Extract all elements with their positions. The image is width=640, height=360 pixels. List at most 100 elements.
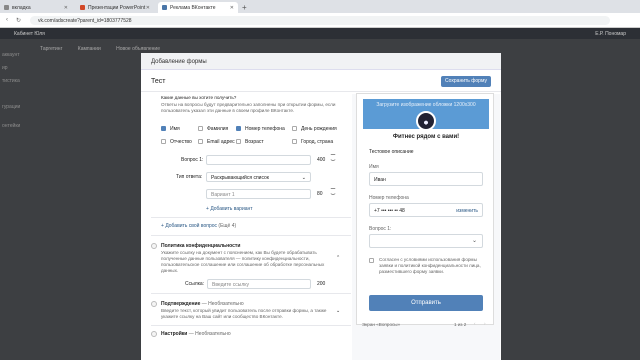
confirm-title[interactable]: Подтверждение — Необязательно bbox=[161, 301, 244, 307]
checkbox-phone[interactable] bbox=[236, 126, 241, 131]
sub-navigation: Таргетинг Кампании Новое объявление bbox=[40, 46, 174, 52]
privacy-text: Укажите ссылку на документ с пояснением,… bbox=[161, 250, 325, 273]
sidebar-item[interactable]: ир bbox=[2, 65, 8, 71]
divider bbox=[151, 235, 351, 236]
sidebar-item[interactable]: онтейки bbox=[2, 123, 20, 129]
settings-title[interactable]: Настройки — Необязательно bbox=[161, 331, 231, 337]
link-counter: 200 bbox=[317, 281, 326, 287]
question1-label: Вопрос 1: bbox=[181, 157, 204, 163]
save-form-button[interactable]: Сохранить форму bbox=[441, 76, 491, 87]
preview-title: Фитнес рядом с вами! bbox=[392, 134, 460, 140]
drag-handle-icon[interactable]: ⁐ bbox=[331, 155, 335, 161]
add-question-link[interactable]: + Добавить свой вопрос (Ещё 4) bbox=[161, 223, 236, 229]
section-check-icon bbox=[151, 301, 157, 307]
close-icon[interactable]: ✕ bbox=[146, 5, 150, 11]
drag-handle-icon[interactable]: ⁐ bbox=[331, 189, 335, 195]
variant1-counter: 80 bbox=[317, 191, 323, 197]
consent-checkbox[interactable] bbox=[369, 258, 374, 263]
url-field[interactable]: vk.com/adscreate?parent_id=1803777528 bbox=[30, 16, 610, 25]
divider bbox=[151, 217, 351, 218]
tab-targeting[interactable]: Таргетинг bbox=[40, 46, 62, 52]
consent-text: Согласен с условиями использования формы… bbox=[379, 257, 481, 274]
field-label: Отчество bbox=[170, 139, 192, 145]
divider bbox=[151, 325, 351, 326]
question-label: Вопрос 1: bbox=[369, 226, 392, 232]
field-label: Город, страна bbox=[301, 139, 334, 145]
screen-label: Экран «Вопросы» bbox=[362, 322, 401, 327]
preview-footer: Экран «Вопросы» 1 из 2 ‹ › bbox=[362, 321, 492, 327]
form-editor: Какие данные вы хотите получить? Ответы … bbox=[151, 93, 356, 360]
field-label: Возраст bbox=[245, 139, 264, 145]
confirm-text: Введите текст, который увидит пользовате… bbox=[161, 308, 327, 319]
modal-title: Добавление формы bbox=[141, 53, 501, 70]
checkbox-birthday[interactable] bbox=[292, 126, 297, 131]
field-label: Имя bbox=[170, 126, 180, 132]
close-icon[interactable]: ✕ bbox=[64, 5, 68, 11]
chevron-down-icon: ⌄ bbox=[471, 238, 477, 244]
cabinet-name[interactable]: Кабинет Юля bbox=[14, 31, 45, 37]
privacy-title[interactable]: Политика конфиденциальности bbox=[161, 243, 240, 249]
name-label: Имя bbox=[369, 164, 379, 170]
field-label: Email адрес bbox=[207, 139, 235, 145]
checkbox-name[interactable] bbox=[161, 126, 166, 131]
section-check-icon bbox=[151, 331, 157, 337]
add-variant-link[interactable]: + Добавить вариант bbox=[206, 206, 253, 212]
vk-icon bbox=[162, 5, 167, 10]
sidebar-item[interactable]: аккаунт bbox=[2, 52, 20, 58]
question1-input[interactable] bbox=[206, 155, 311, 165]
page-icon bbox=[4, 5, 9, 10]
reload-icon[interactable]: ↻ bbox=[16, 17, 21, 24]
address-bar-row: ‹ ↻ vk.com/adscreate?parent_id=180377752… bbox=[0, 13, 640, 28]
form-name-row: Тест Сохранить форму bbox=[141, 70, 501, 92]
close-icon[interactable]: ✕ bbox=[230, 5, 234, 11]
name-input[interactable]: Иван bbox=[369, 172, 483, 186]
question-hint: Ответы на вопросы будут предварительно з… bbox=[161, 102, 336, 113]
checkbox-email[interactable] bbox=[198, 139, 203, 144]
sidebar-item[interactable]: тистика bbox=[2, 78, 20, 84]
user-name[interactable]: Е.Р. Пономар bbox=[595, 31, 626, 37]
page-counter: 1 из 2 bbox=[454, 322, 467, 327]
section-check-icon bbox=[151, 243, 157, 249]
form-preview: Загрузите изображение обложки 1200x300 Ф… bbox=[356, 93, 494, 325]
question-select[interactable]: ⌄ bbox=[369, 234, 483, 248]
browser-tab[interactable]: вкладка ✕ bbox=[0, 2, 72, 13]
browser-tab-strip: вкладка ✕ Презентации PowerPoint ✕ Рекла… bbox=[0, 0, 640, 13]
field-label: Номер телефона bbox=[245, 126, 285, 132]
question1-counter: 400 bbox=[317, 157, 326, 163]
chevron-down-icon[interactable]: ⌄ bbox=[336, 308, 340, 314]
sidebar: аккаунт ир тистика гурации онтейки bbox=[0, 39, 34, 360]
send-button[interactable]: Отправить bbox=[369, 295, 483, 311]
phone-label: Номер телефона bbox=[369, 195, 409, 201]
variant1-input[interactable]: Вариант 1 bbox=[206, 189, 311, 199]
preview-description: Тестовое описание bbox=[369, 149, 414, 155]
avatar bbox=[416, 111, 436, 131]
field-label: День рождения bbox=[301, 126, 337, 132]
back-icon[interactable]: ‹ bbox=[6, 17, 8, 23]
answer-type-select[interactable]: Раскрывающийся список ⌄ bbox=[206, 172, 311, 182]
vk-header: Кабинет Юля Е.Р. Пономар bbox=[0, 28, 640, 39]
checkbox-patronymic[interactable] bbox=[161, 139, 166, 144]
chevron-up-icon[interactable]: ⌃ bbox=[336, 255, 340, 261]
checkbox-surname[interactable] bbox=[198, 126, 203, 131]
privacy-link-input[interactable]: Введите ссылку bbox=[207, 279, 311, 289]
chevron-down-icon: ⌄ bbox=[301, 175, 306, 181]
question-prompt: Какие данные вы хотите получить? bbox=[161, 95, 237, 100]
sidebar-item[interactable]: гурации bbox=[2, 104, 20, 110]
change-phone-link[interactable]: изменить bbox=[456, 208, 478, 214]
prev-icon[interactable]: ‹ bbox=[474, 321, 476, 326]
tab-campaigns[interactable]: Кампании bbox=[78, 46, 101, 52]
answer-type-label: Тип ответа: bbox=[176, 174, 203, 180]
browser-tab[interactable]: Презентации PowerPoint ✕ bbox=[76, 2, 154, 13]
field-label: Фамилия bbox=[207, 126, 229, 132]
divider bbox=[151, 293, 351, 294]
tab-new-ad[interactable]: Новое объявление bbox=[116, 46, 160, 52]
checkbox-age[interactable] bbox=[236, 139, 241, 144]
new-tab-icon[interactable]: + bbox=[242, 3, 247, 12]
form-name[interactable]: Тест bbox=[151, 78, 165, 85]
checkbox-city[interactable] bbox=[292, 139, 297, 144]
link-label: Ссылка: bbox=[185, 281, 205, 287]
browser-tab-active[interactable]: Реклама ВКонтакте ✕ bbox=[158, 2, 238, 13]
phone-input[interactable]: +7 ••• ••• •• 48 изменить bbox=[369, 203, 483, 217]
next-icon[interactable]: › bbox=[484, 321, 486, 326]
powerpoint-icon bbox=[80, 5, 85, 10]
